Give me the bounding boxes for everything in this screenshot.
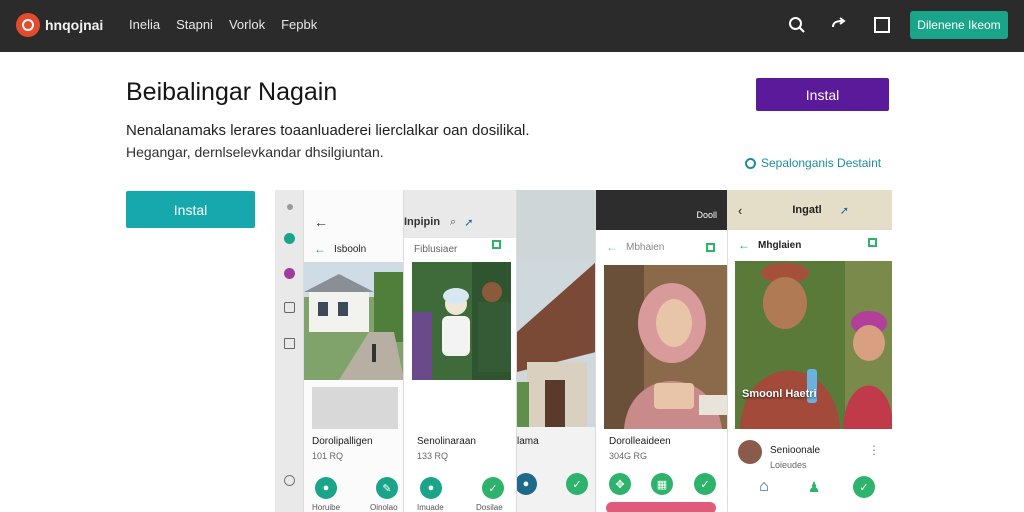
brand[interactable]: hnqojnai xyxy=(16,12,103,38)
phone-2-card-title: Senolinaraan xyxy=(417,436,476,447)
phone-2-action-icon[interactable]: ● xyxy=(420,477,442,499)
rail-dot-icon[interactable] xyxy=(287,204,293,210)
screenshot-collage: ← ← Isbooln Dorolipalligen 101 RQ ● ✎ Ho… xyxy=(275,190,892,512)
phone-4-move-icon[interactable]: ✥ xyxy=(609,473,631,495)
grid-icon[interactable] xyxy=(868,238,877,247)
window-icon[interactable] xyxy=(872,15,892,35)
rail-clock-icon[interactable] xyxy=(284,475,295,486)
share-icon[interactable]: ➚ xyxy=(464,216,473,229)
description-line-2: Hegangar, dernlselevkandar dhsilgiuntan. xyxy=(126,144,384,160)
secure-note-text: Sepalonganis Destaint xyxy=(761,156,882,170)
phone-2-card-sub: 133 RQ xyxy=(417,451,449,461)
phone-4-grid-icon[interactable]: ▦ xyxy=(651,473,673,495)
search-icon[interactable]: ⌕ xyxy=(450,216,456,229)
phone-2-toolbar: Inpipin ⌕ ➚ xyxy=(404,206,516,238)
phone-5-subtitle: Mhglaien xyxy=(758,239,802,251)
avatar[interactable] xyxy=(738,440,762,464)
phone-5-check-icon[interactable]: ✓ xyxy=(853,476,875,498)
rail-music-icon[interactable] xyxy=(284,268,295,279)
shield-icon xyxy=(745,157,756,169)
phone-3-check-icon[interactable]: ✓ xyxy=(566,473,588,495)
rail-home-icon[interactable] xyxy=(284,233,295,244)
rail-bag-icon[interactable] xyxy=(284,302,295,313)
nav-link-2[interactable]: Stapni xyxy=(176,17,213,32)
secure-note: Sepalonganis Destaint xyxy=(745,156,881,170)
phone-screen-5: ‹ Ingatl ➚ ← Mhglaien Smoonl Haetri Seni… xyxy=(727,190,892,512)
child-photo[interactable] xyxy=(412,262,511,380)
back-arrow-icon[interactable]: ← xyxy=(606,240,618,254)
phone-2-btn-label-1: Imuade xyxy=(417,503,444,512)
main-nav: Inelia Stapni Vorlok Fepbk xyxy=(129,17,333,32)
top-nav-bar: hnqojnai Inelia Stapni Vorlok Fepbk Dile… xyxy=(0,0,1024,52)
phone-4-status: Dooll xyxy=(696,210,717,220)
house-photo[interactable] xyxy=(304,262,403,380)
nav-link-1[interactable]: Inelia xyxy=(129,17,160,32)
phone-screen-3: lama ● ✓ xyxy=(516,190,595,512)
grid-icon[interactable] xyxy=(706,243,715,252)
nav-link-3[interactable]: Vorlok xyxy=(229,17,265,32)
phone-2-check-icon[interactable]: ✓ xyxy=(482,477,504,499)
brand-logo-icon xyxy=(16,13,40,37)
phone-screen-4: Dooll ← Mbhaien Dorolleaideen 304G RG ✥ … xyxy=(595,190,727,512)
install-button-secondary[interactable]: Instal xyxy=(126,191,255,228)
phone-5-toolbar-title: Ingatl xyxy=(792,204,822,216)
phone-1-btn-label-2: Oinolao xyxy=(370,503,398,512)
back-arrow-icon[interactable]: ‹ xyxy=(738,203,742,218)
brand-name: hnqojnai xyxy=(45,17,104,33)
phone-4-card-title: Dorolleaideen xyxy=(609,436,671,447)
phone-1-btn-label-1: Horuibe xyxy=(312,503,341,512)
nav-link-4[interactable]: Fepbk xyxy=(281,17,317,32)
phone-2-toolbar-title: Inpipin xyxy=(404,216,441,228)
phone-1-toolbar: ← xyxy=(304,206,403,238)
phone-1-subheader: ← Isbooln xyxy=(304,238,403,260)
phone-5-subheader: ← Mhglaien xyxy=(728,230,892,260)
home-icon[interactable]: ⌂ xyxy=(753,476,775,498)
header-cta-button[interactable]: Dilenene Ikeom xyxy=(910,11,1008,39)
phone-1-edit-icon[interactable]: ✎ xyxy=(376,477,398,499)
grid-icon[interactable] xyxy=(492,240,501,249)
phone-2-subheader: Fiblusiaer xyxy=(404,238,516,260)
phone-screen-2: Inpipin ⌕ ➚ Fiblusiaer Senolinaraan 133 … xyxy=(403,190,516,512)
phone-4-card-sub: 304G RG xyxy=(609,451,648,461)
phone-5-profile-sub: Loieudes xyxy=(770,460,807,470)
more-icon[interactable]: ⋮ xyxy=(868,443,880,457)
rail-book-icon[interactable] xyxy=(284,338,295,349)
phone-4-subtitle: Mbhaien xyxy=(626,241,665,253)
phone-screen-1: ← ← Isbooln Dorolipalligen 101 RQ ● ✎ Ho… xyxy=(303,190,403,512)
phone-4-check-icon[interactable]: ✓ xyxy=(694,473,716,495)
phone-3-action-icon[interactable]: ● xyxy=(517,473,537,495)
phone-4-bottom-bar[interactable] xyxy=(606,502,716,512)
search-icon[interactable] xyxy=(787,15,807,35)
phone-1-card-title: Dorolipalligen xyxy=(312,436,373,447)
phone-1-subtitle: Isbooln xyxy=(334,243,367,255)
share-icon[interactable]: ➚ xyxy=(840,204,849,217)
people-icon[interactable]: ♟ xyxy=(803,476,825,498)
image-placeholder xyxy=(312,387,398,429)
phone-4-subheader: ← Mbhaien xyxy=(596,230,727,264)
phone-2-btn-label-2: Dosilae xyxy=(476,503,503,512)
phone-3-card-title: lama xyxy=(517,436,539,447)
woman-reading-photo[interactable] xyxy=(604,265,727,429)
photo-overlay-caption: Smoonl Haetri xyxy=(742,388,817,400)
phone-5-profile-name: Senioonale xyxy=(770,445,821,456)
back-arrow-icon[interactable]: ← xyxy=(314,242,326,256)
install-button-primary[interactable]: Instal xyxy=(756,78,889,111)
share-icon[interactable] xyxy=(830,15,850,35)
village-photo[interactable] xyxy=(517,262,595,427)
phone-2-subtitle: Fiblusiaer xyxy=(414,243,458,255)
back-arrow-icon[interactable]: ← xyxy=(738,238,750,252)
back-arrow-icon[interactable]: ← xyxy=(314,214,328,230)
page-title: Beibalingar Nagain xyxy=(126,78,338,106)
phone-1-card-sub: 101 RQ xyxy=(312,451,344,461)
description-line-1: Nenalanamaks lerares toaanluaderei lierc… xyxy=(126,122,530,139)
side-rail xyxy=(275,190,303,512)
family-photo[interactable] xyxy=(735,261,892,429)
phone-1-action-icon[interactable]: ● xyxy=(315,477,337,499)
